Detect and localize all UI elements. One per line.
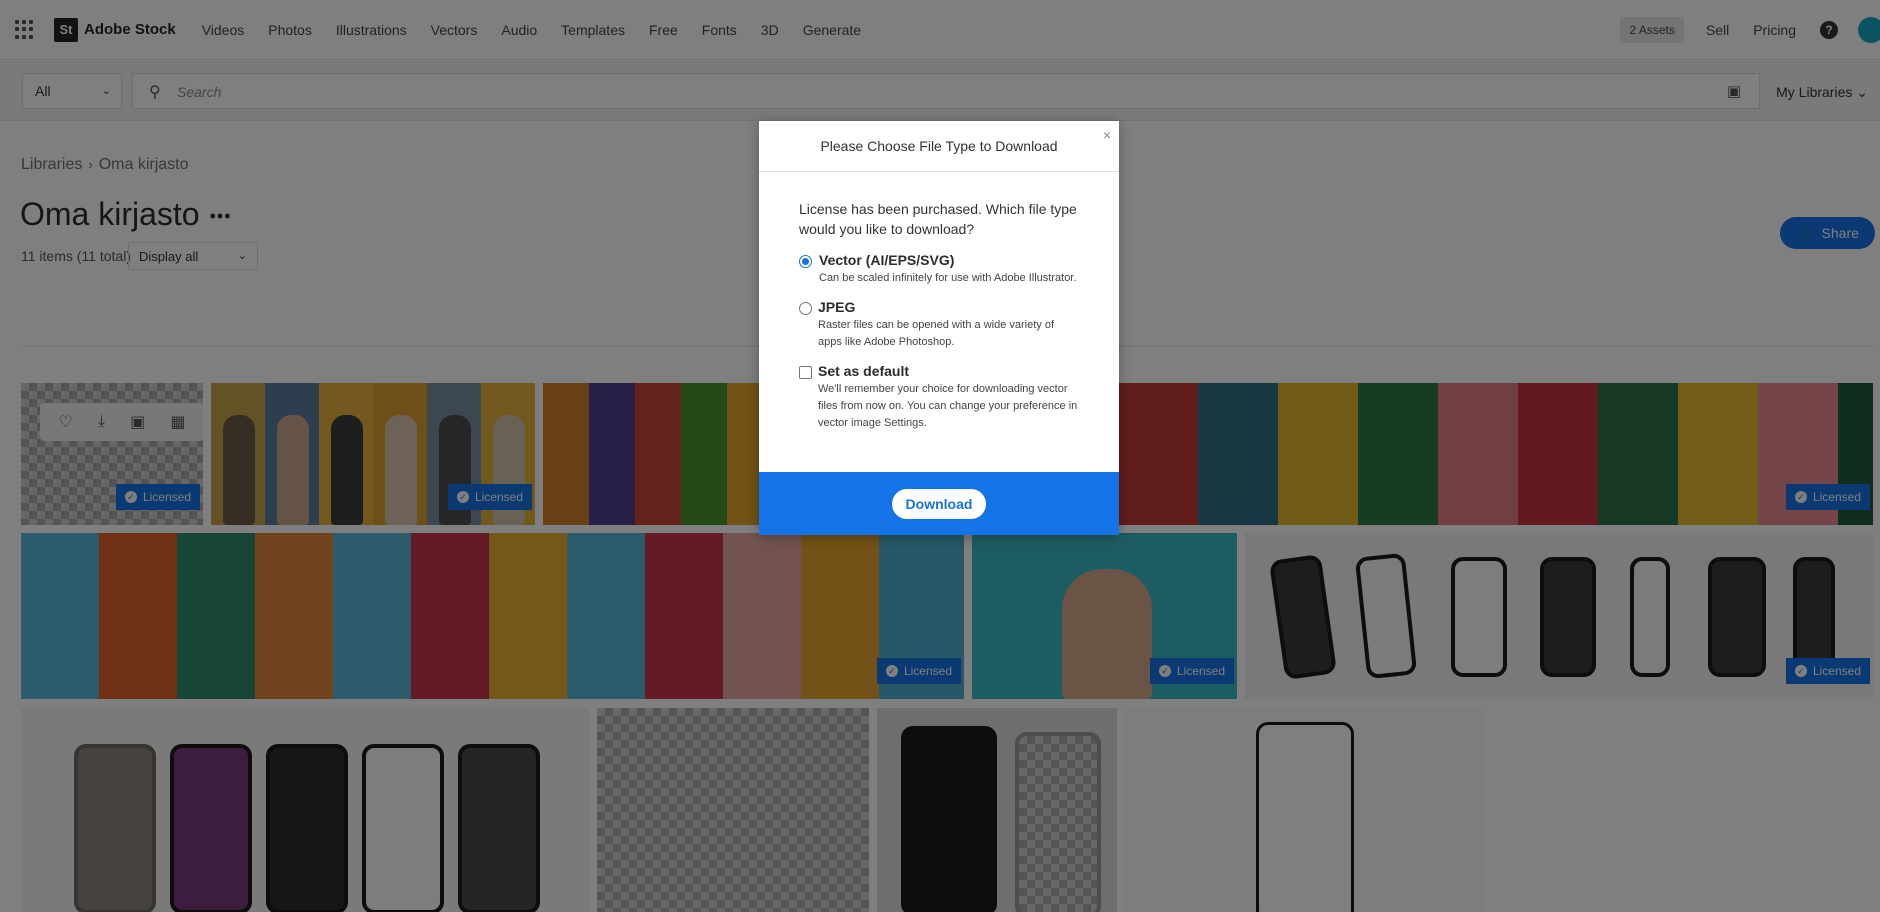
option-jpeg-title: JPEG: [818, 299, 856, 315]
set-default-checkbox[interactable]: [799, 366, 812, 379]
close-icon[interactable]: ×: [1103, 127, 1111, 143]
option-jpeg[interactable]: JPEG Raster files can be opened with a w…: [799, 297, 1079, 351]
option-vector-desc: Can be scaled infinitely for use with Ad…: [819, 272, 1077, 284]
option-set-default[interactable]: Set as default We'll remember your choic…: [799, 361, 1079, 432]
download-button[interactable]: Download: [891, 488, 987, 519]
set-default-title: Set as default: [818, 363, 910, 379]
modal-body: License has been purchased. Which file t…: [759, 172, 1119, 432]
modal-footer: Download: [759, 472, 1119, 535]
option-vector-title: Vector (AI/EPS/SVG): [819, 252, 955, 268]
vector-radio[interactable]: [799, 255, 812, 268]
option-vector[interactable]: Vector (AI/EPS/SVG) Can be scaled infini…: [799, 250, 1079, 287]
set-default-desc: We'll remember your choice for downloadi…: [818, 383, 1078, 429]
download-file-type-modal: Please Choose File Type to Download × Li…: [759, 121, 1119, 535]
modal-header: Please Choose File Type to Download ×: [759, 121, 1119, 172]
jpeg-radio[interactable]: [799, 302, 812, 315]
modal-title: Please Choose File Type to Download: [820, 138, 1058, 154]
option-jpeg-desc: Raster files can be opened with a wide v…: [818, 319, 1055, 348]
modal-question: License has been purchased. Which file t…: [799, 201, 1077, 237]
